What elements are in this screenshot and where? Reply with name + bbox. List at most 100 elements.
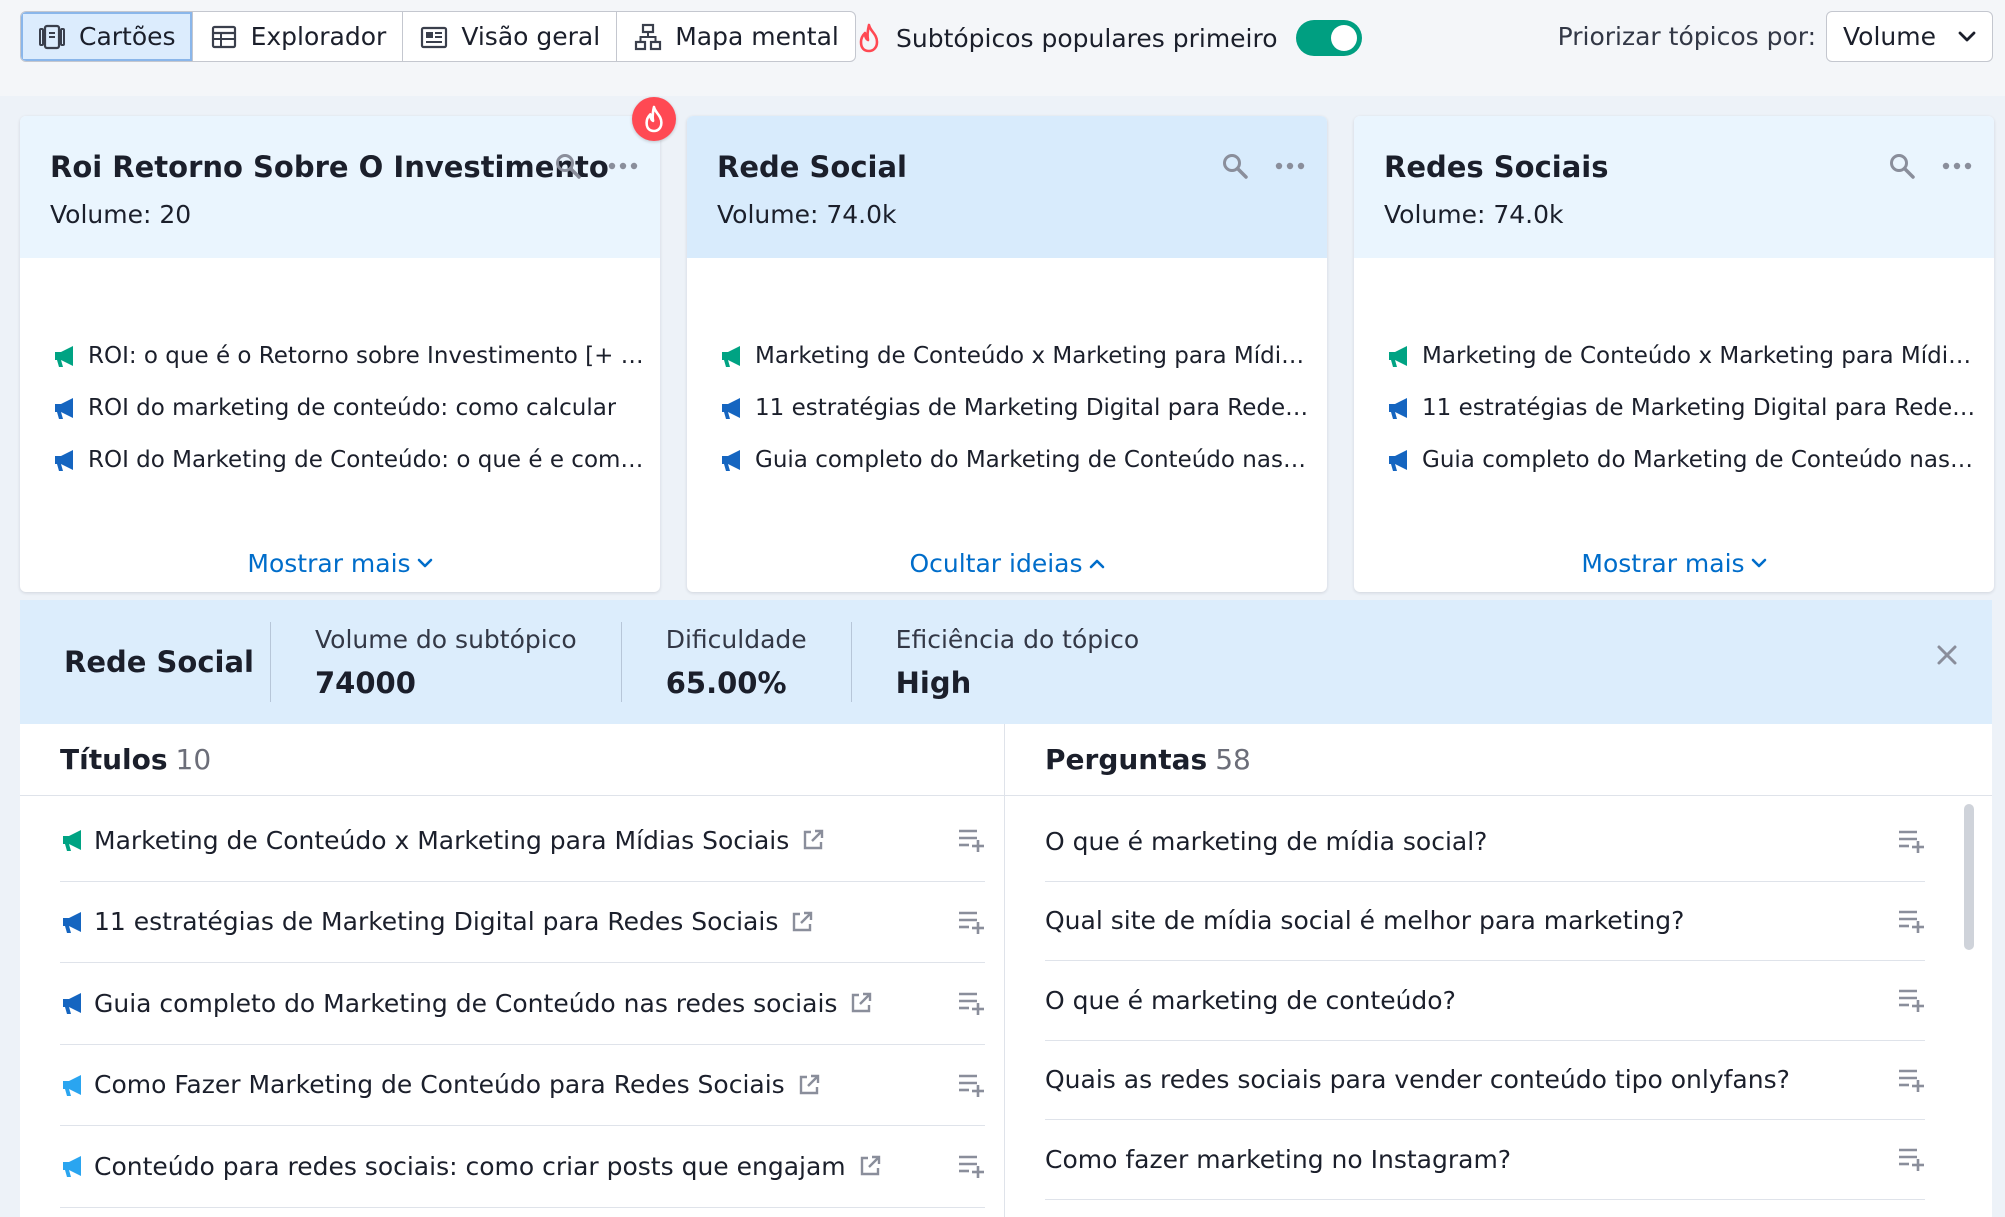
table-row: O que é marketing de mídia social? — [1045, 802, 1925, 882]
titles-count: 10 — [175, 743, 212, 776]
question-text: O que é marketing de mídia social? — [1045, 826, 1488, 856]
list-item[interactable]: 11 estratégias de Marketing Digital para… — [1386, 382, 1980, 434]
tab-explorer[interactable]: Explorador — [193, 12, 404, 61]
card-item-text: Marketing de Conteúdo x Marketing para M… — [1422, 343, 1972, 369]
question-text: Quais as redes sociais para vender conte… — [1045, 1065, 1790, 1095]
card-item-text: 11 estratégias de Marketing Digital para… — [755, 395, 1313, 421]
show-more-label: Mostrar mais — [1581, 549, 1745, 578]
add-to-list-icon[interactable] — [957, 908, 985, 936]
search-icon[interactable] — [554, 152, 582, 180]
external-link-icon[interactable] — [797, 1073, 821, 1097]
topic-card[interactable]: Roi Retorno Sobre O Investimento Volume:… — [20, 116, 660, 592]
titles-label: Títulos — [60, 743, 168, 776]
add-to-list-icon[interactable] — [957, 989, 985, 1017]
question-text: Como fazer marketing no Instagram? — [1045, 1144, 1512, 1174]
titles-header: Títulos 10 — [20, 724, 1004, 796]
table-row: 11 estratégias de Marketing Digital para… — [60, 882, 985, 963]
list-item[interactable]: ROI do Marketing de Conteúdo: o que é e … — [52, 434, 646, 486]
topic-card[interactable]: Redes Sociais Volume: 74.0k Marketing de… — [1354, 116, 1994, 592]
table-row: Conteúdo para redes sociais: como criar … — [60, 1126, 985, 1208]
list-item[interactable]: ROI: o que é o Retorno sobre Investiment… — [52, 330, 646, 382]
prioritize-select[interactable]: Volume — [1826, 11, 1993, 62]
cards-icon — [39, 24, 65, 49]
external-link-icon[interactable] — [849, 991, 873, 1015]
table-row: Como Fazer Marketing de Conteúdo para Re… — [60, 1045, 985, 1126]
questions-count: 58 — [1215, 743, 1251, 776]
topic-card-selected[interactable]: Rede Social Volume: 74.0k Marketing de C… — [687, 116, 1327, 592]
table-row: Quais as redes sociais para vender conte… — [1045, 1041, 1925, 1120]
add-to-list-icon[interactable] — [1897, 986, 1925, 1014]
popular-subtopics-label: Subtópicos populares primeiro — [896, 23, 1278, 53]
list-item[interactable]: Guia completo do Marketing de Conteúdo n… — [1386, 434, 1980, 486]
more-icon[interactable] — [608, 162, 638, 170]
megaphone-icon — [1389, 346, 1407, 367]
table-icon — [211, 25, 236, 48]
close-icon[interactable] — [1936, 644, 1958, 666]
add-to-list-icon[interactable] — [1897, 1066, 1925, 1094]
show-more-link[interactable]: Mostrar mais — [20, 549, 660, 578]
title-text: Guia completo do Marketing de Conteúdo n… — [94, 988, 838, 1018]
search-icon[interactable] — [1888, 152, 1916, 180]
table-row: Marketing de Conteúdo x Marketing para M… — [60, 800, 985, 882]
card-item-text: ROI do Marketing de Conteúdo: o que é e … — [88, 447, 644, 473]
add-to-list-icon[interactable] — [957, 1152, 985, 1180]
stat-difficulty: Dificuldade 65.00% — [622, 625, 851, 700]
card-volume: Volume: 74.0k — [1384, 200, 1564, 229]
tab-cards[interactable]: Cartões — [21, 12, 193, 61]
add-to-list-icon[interactable] — [957, 1071, 985, 1099]
tab-mindmap[interactable]: Mapa mental — [617, 12, 855, 61]
view-switcher: Cartões Explorador Visão geral Mapa ment… — [20, 11, 856, 62]
show-more-label: Mostrar mais — [247, 549, 411, 578]
detail-header: Rede Social Volume do subtópico 74000 Di… — [20, 600, 1992, 724]
megaphone-icon — [55, 450, 73, 471]
detail-title: Rede Social — [64, 645, 254, 679]
table-row: Guia completo do Marketing de Conteúdo n… — [60, 963, 985, 1045]
list-item[interactable]: ROI do marketing de conteúdo: como calcu… — [52, 382, 646, 434]
card-item-text: Marketing de Conteúdo x Marketing para M… — [755, 343, 1305, 369]
card-item-text: ROI do marketing de conteúdo: como calcu… — [88, 395, 617, 421]
external-link-icon[interactable] — [801, 828, 825, 852]
stat-value: 65.00% — [665, 665, 787, 700]
title-text: Marketing de Conteúdo x Marketing para M… — [94, 825, 790, 855]
list-item[interactable]: Guia completo do Marketing de Conteúdo n… — [719, 434, 1313, 486]
stat-label: Eficiência do tópico — [895, 624, 1140, 654]
title-text: Conteúdo para redes sociais: como criar … — [94, 1151, 846, 1181]
tab-overview-label: Visão geral — [461, 22, 601, 51]
more-icon[interactable] — [1942, 162, 1972, 170]
stat-volume: Volume do subtópico 74000 — [271, 625, 621, 700]
megaphone-icon — [63, 1156, 81, 1178]
list-item[interactable]: 11 estratégias de Marketing Digital para… — [719, 382, 1313, 434]
popular-subtopics-toggle[interactable] — [1295, 20, 1362, 56]
card-volume: Volume: 20 — [50, 200, 192, 229]
add-to-list-icon[interactable] — [957, 826, 985, 854]
more-icon[interactable] — [1275, 162, 1305, 170]
card-item-text: Guia completo do Marketing de Conteúdo n… — [755, 447, 1313, 473]
card-item-text: ROI: o que é o Retorno sobre Investiment… — [88, 343, 644, 369]
questions-header: Perguntas 58 — [1005, 724, 1992, 796]
card-title: Rede Social — [717, 150, 907, 184]
external-link-icon[interactable] — [790, 910, 814, 934]
list-item[interactable]: Marketing de Conteúdo x Marketing para M… — [719, 330, 1313, 382]
question-text: O que é marketing de conteúdo? — [1045, 985, 1456, 1015]
table-row: Como fazer marketing no Instagram? — [1045, 1120, 1925, 1200]
card-item-text: Guia completo do Marketing de Conteúdo n… — [1422, 447, 1980, 473]
add-to-list-icon[interactable] — [1897, 907, 1925, 935]
scrollbar[interactable] — [1964, 804, 1974, 950]
megaphone-icon — [63, 993, 81, 1015]
stat-efficiency: Eficiência do tópico High — [852, 625, 1183, 700]
tab-overview[interactable]: Visão geral — [403, 12, 618, 61]
prioritize-control: Priorizar tópicos por: Volume — [1558, 11, 1993, 62]
search-icon[interactable] — [1221, 152, 1249, 180]
questions-list: O que é marketing de mídia social? Qual … — [1005, 796, 1992, 1200]
external-link-icon[interactable] — [858, 1154, 882, 1178]
card-ideas-list: Marketing de Conteúdo x Marketing para M… — [687, 258, 1327, 486]
add-to-list-icon[interactable] — [1897, 827, 1925, 855]
trending-badge — [632, 97, 676, 141]
card-header: Roi Retorno Sobre O Investimento Volume:… — [20, 116, 660, 258]
chevron-down-icon — [1751, 558, 1766, 568]
hide-ideas-link[interactable]: Ocultar ideias — [687, 549, 1327, 578]
tab-cards-label: Cartões — [79, 22, 176, 51]
list-item[interactable]: Marketing de Conteúdo x Marketing para M… — [1386, 330, 1980, 382]
show-more-link[interactable]: Mostrar mais — [1354, 549, 1994, 578]
add-to-list-icon[interactable] — [1897, 1145, 1925, 1173]
